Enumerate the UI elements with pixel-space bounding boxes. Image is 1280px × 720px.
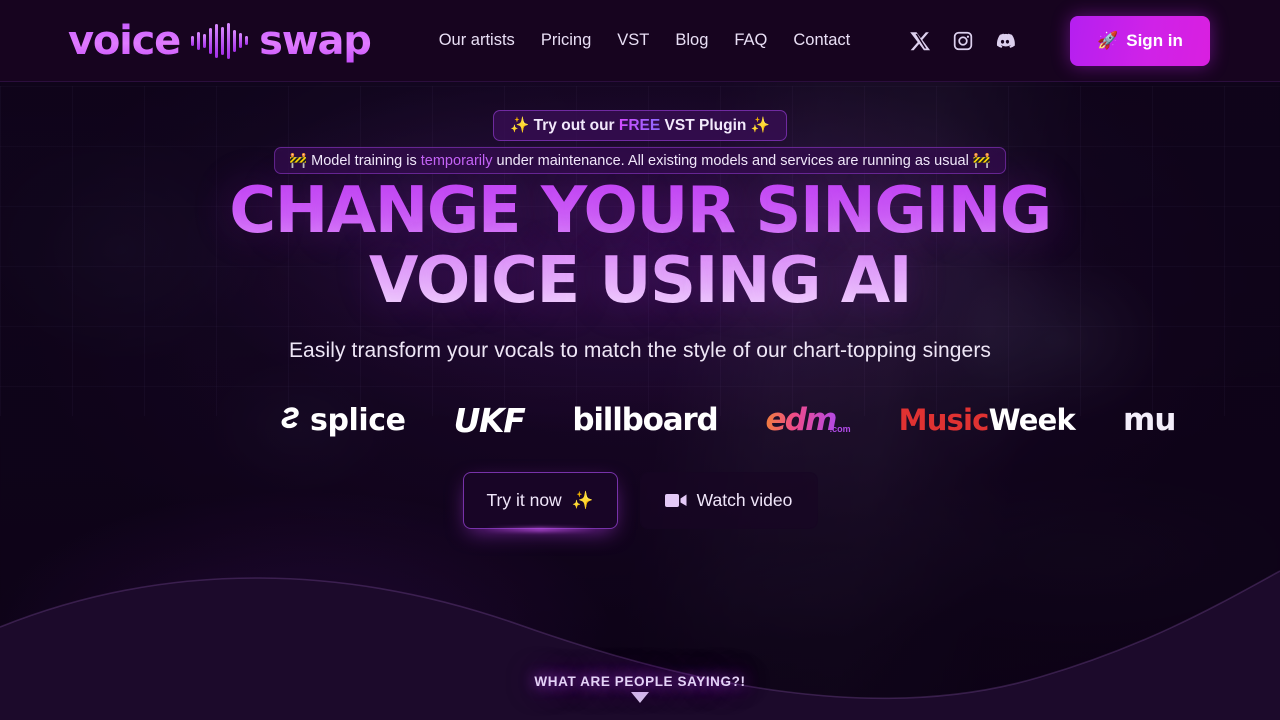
billboard-logo-text: billboard <box>572 402 718 438</box>
splice-logo-text: splice <box>310 402 406 438</box>
hero-section: ✨ Try out our FREE VST Plugin ✨ 🚧 Model … <box>0 0 1280 720</box>
vst-banner-text-before: Try out our <box>533 117 619 134</box>
splice-mark-icon <box>281 407 299 429</box>
musicweek-logo-week: Week <box>988 403 1076 437</box>
instagram-link[interactable] <box>952 30 974 52</box>
maintenance-highlight: temporarily <box>420 153 493 169</box>
ukf-logo-text: UKF <box>453 400 526 440</box>
nav-item-vst[interactable]: VST <box>617 31 649 50</box>
mu-logo-text: mu <box>1122 402 1176 438</box>
hero-cta-group: Try it now ✨ Watch video <box>0 472 1280 529</box>
vst-banner-text-after: VST Plugin <box>660 117 751 134</box>
sign-in-button[interactable]: 🚀 Sign in <box>1070 16 1210 66</box>
logo-word-swap: swap <box>259 17 372 64</box>
musicweek-logo[interactable]: Music Week <box>898 403 1076 437</box>
down-arrow-icon <box>631 692 649 703</box>
vst-plugin-banner[interactable]: ✨ Try out our FREE VST Plugin ✨ <box>493 110 787 141</box>
maintenance-banner: 🚧 Model training is temporarily under ma… <box>274 147 1006 174</box>
scroll-prompt-label: WHAT ARE PEOPLE SAYING?! <box>534 674 746 689</box>
construction-icon: 🚧 <box>289 153 308 169</box>
discord-link[interactable] <box>994 30 1016 52</box>
nav-item-pricing[interactable]: Pricing <box>541 31 591 50</box>
site-logo[interactable]: voice swap <box>68 17 372 64</box>
sparkle-icon: ✨ <box>510 116 530 134</box>
musicweek-logo-music: Music <box>898 403 990 437</box>
site-header: voice swap Our artists Pricing VST Blog … <box>0 0 1280 82</box>
maintenance-text-after: under maintenance. All existing models a… <box>492 153 973 169</box>
instagram-icon <box>954 31 973 50</box>
x-link[interactable] <box>910 30 932 52</box>
ukf-logo[interactable]: UKF <box>453 400 526 440</box>
nav-item-blog[interactable]: Blog <box>675 31 708 50</box>
hero-subtitle: Easily transform your vocals to match th… <box>288 339 992 362</box>
headline-line-2: VOICE USING AI <box>368 244 913 318</box>
maintenance-text-before: Model training is <box>311 153 421 169</box>
sparkle-icon: ✨ <box>750 116 770 134</box>
watch-video-button[interactable]: Watch video <box>639 472 818 529</box>
edm-logo-suffix: .com <box>829 424 851 434</box>
hero-headline: CHANGE YOUR SINGING VOICE USING AI <box>0 176 1280 316</box>
watch-video-label: Watch video <box>696 490 793 510</box>
rocket-icon: 🚀 <box>1097 31 1119 51</box>
nav-item-contact[interactable]: Contact <box>793 31 850 50</box>
sign-in-label: Sign in <box>1126 31 1183 50</box>
waveform-icon <box>191 21 249 61</box>
mu-logo[interactable]: mu <box>1123 402 1176 438</box>
edm-logo[interactable]: edm .com <box>766 402 851 438</box>
scroll-prompt[interactable]: WHAT ARE PEOPLE SAYING?! <box>0 674 1280 703</box>
partner-logos-marquee: splice UKF billboard edm .com Music Week … <box>0 394 1280 446</box>
headline-line-1: CHANGE YOUR SINGING <box>229 174 1052 248</box>
try-it-now-label: Try it now <box>486 490 562 510</box>
billboard-logo[interactable]: billboard <box>572 402 718 438</box>
construction-icon: 🚧 <box>972 153 991 169</box>
video-camera-icon <box>664 494 687 507</box>
main-navigation: Our artists Pricing VST Blog FAQ Contact <box>439 30 1017 52</box>
discord-icon <box>997 33 1016 48</box>
vst-banner-free-highlight: FREE <box>618 117 661 134</box>
nav-item-our-artists[interactable]: Our artists <box>439 31 515 50</box>
sparkle-icon: ✨ <box>571 490 594 511</box>
nav-item-faq[interactable]: FAQ <box>734 31 767 50</box>
logo-word-voice: voice <box>68 17 181 64</box>
x-icon <box>910 31 931 50</box>
try-it-now-button[interactable]: Try it now ✨ <box>462 472 618 529</box>
social-links <box>910 30 1016 52</box>
edm-logo-text: edm <box>765 402 838 438</box>
splice-logo[interactable]: splice <box>275 403 406 438</box>
